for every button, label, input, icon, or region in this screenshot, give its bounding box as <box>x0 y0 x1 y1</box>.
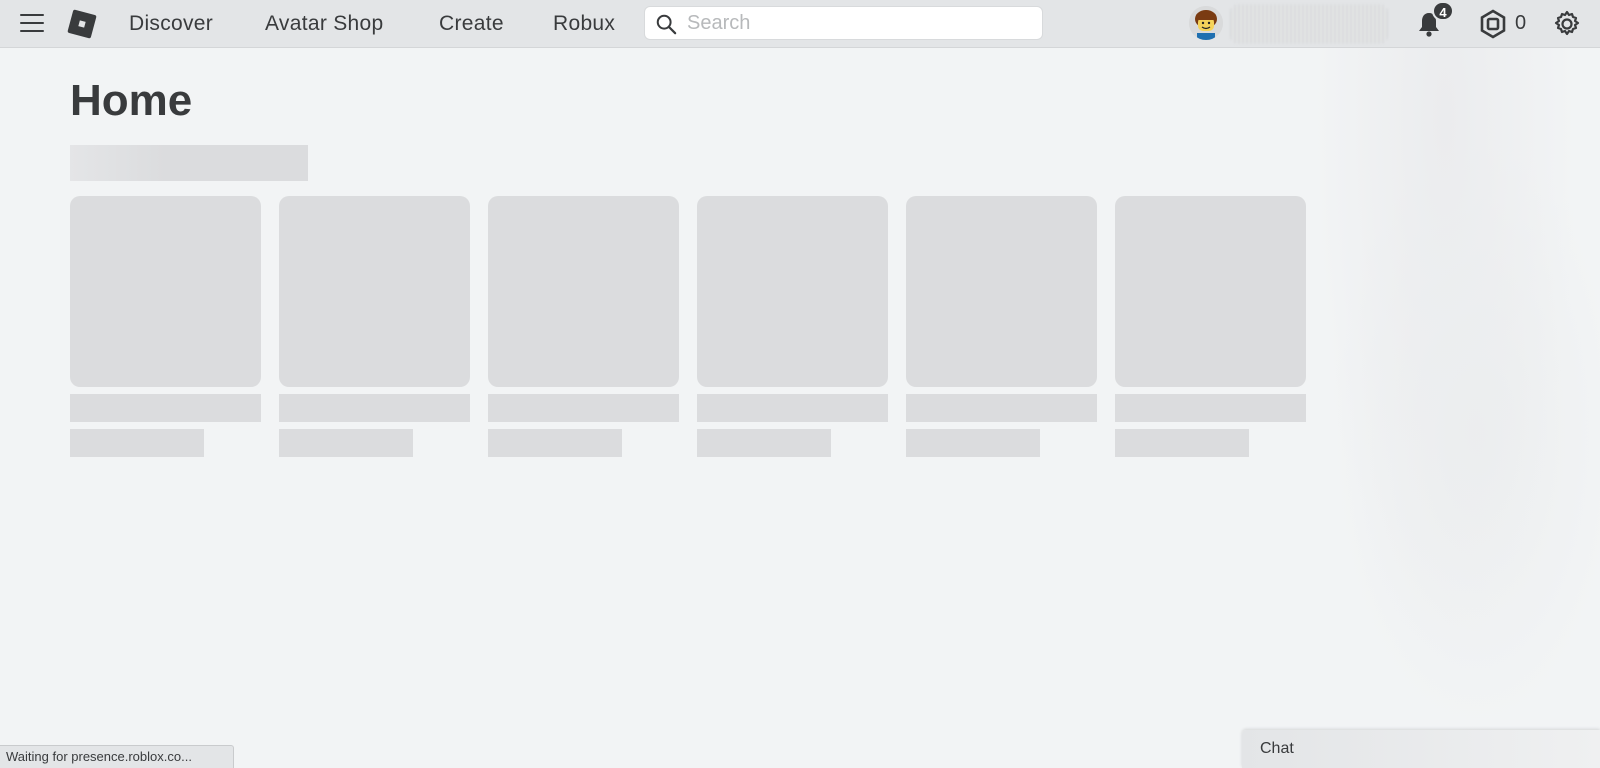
hamburger-menu-icon[interactable] <box>20 14 44 34</box>
card-subtitle-placeholder <box>488 429 622 457</box>
notification-badge: 4 <box>1432 1 1454 21</box>
card-subtitle-placeholder <box>697 429 831 457</box>
card-thumbnail-placeholder <box>1115 196 1306 387</box>
card-thumbnail-placeholder <box>279 196 470 387</box>
robux-icon[interactable] <box>1478 9 1508 39</box>
card-subtitle-placeholder <box>906 429 1040 457</box>
avatar-headshot-icon <box>1189 6 1223 40</box>
robux-balance[interactable]: 0 <box>1515 12 1526 35</box>
game-card-placeholder <box>488 196 679 457</box>
nav-link-create[interactable]: Create <box>439 12 504 36</box>
game-card-placeholder <box>279 196 470 457</box>
roblox-logo[interactable] <box>67 9 97 39</box>
nav-link-discover[interactable]: Discover <box>129 12 213 36</box>
card-title-placeholder <box>906 394 1097 422</box>
card-title-placeholder <box>279 394 470 422</box>
nav-link-avatar-shop[interactable]: Avatar Shop <box>265 12 384 36</box>
chat-button[interactable]: Chat <box>1242 730 1600 768</box>
avatar[interactable] <box>1189 6 1223 40</box>
card-subtitle-placeholder <box>1115 429 1249 457</box>
search-input[interactable] <box>687 11 1027 35</box>
page-title: Home <box>70 76 193 125</box>
username-obscured[interactable] <box>1230 4 1388 44</box>
card-thumbnail-placeholder <box>906 196 1097 387</box>
top-navigation-bar: Discover Avatar Shop Create Robux 4 0 <box>0 0 1600 48</box>
card-title-placeholder <box>697 394 888 422</box>
game-card-placeholder <box>70 196 261 457</box>
search-box <box>644 6 1043 40</box>
game-card-placeholder <box>1115 196 1306 457</box>
card-title-placeholder <box>1115 394 1306 422</box>
gear-icon[interactable] <box>1552 9 1582 39</box>
search-icon[interactable] <box>655 13 677 35</box>
background-decoration <box>1290 48 1600 748</box>
card-thumbnail-placeholder <box>488 196 679 387</box>
card-thumbnail-placeholder <box>697 196 888 387</box>
game-card-placeholder <box>697 196 888 457</box>
nav-link-robux[interactable]: Robux <box>553 12 615 36</box>
section-heading-placeholder <box>70 145 308 181</box>
card-subtitle-placeholder <box>279 429 413 457</box>
card-subtitle-placeholder <box>70 429 204 457</box>
card-title-placeholder <box>70 394 261 422</box>
browser-status-bar: Waiting for presence.roblox.co... <box>0 745 234 768</box>
card-title-placeholder <box>488 394 679 422</box>
game-card-placeholder <box>906 196 1097 457</box>
card-thumbnail-placeholder <box>70 196 261 387</box>
